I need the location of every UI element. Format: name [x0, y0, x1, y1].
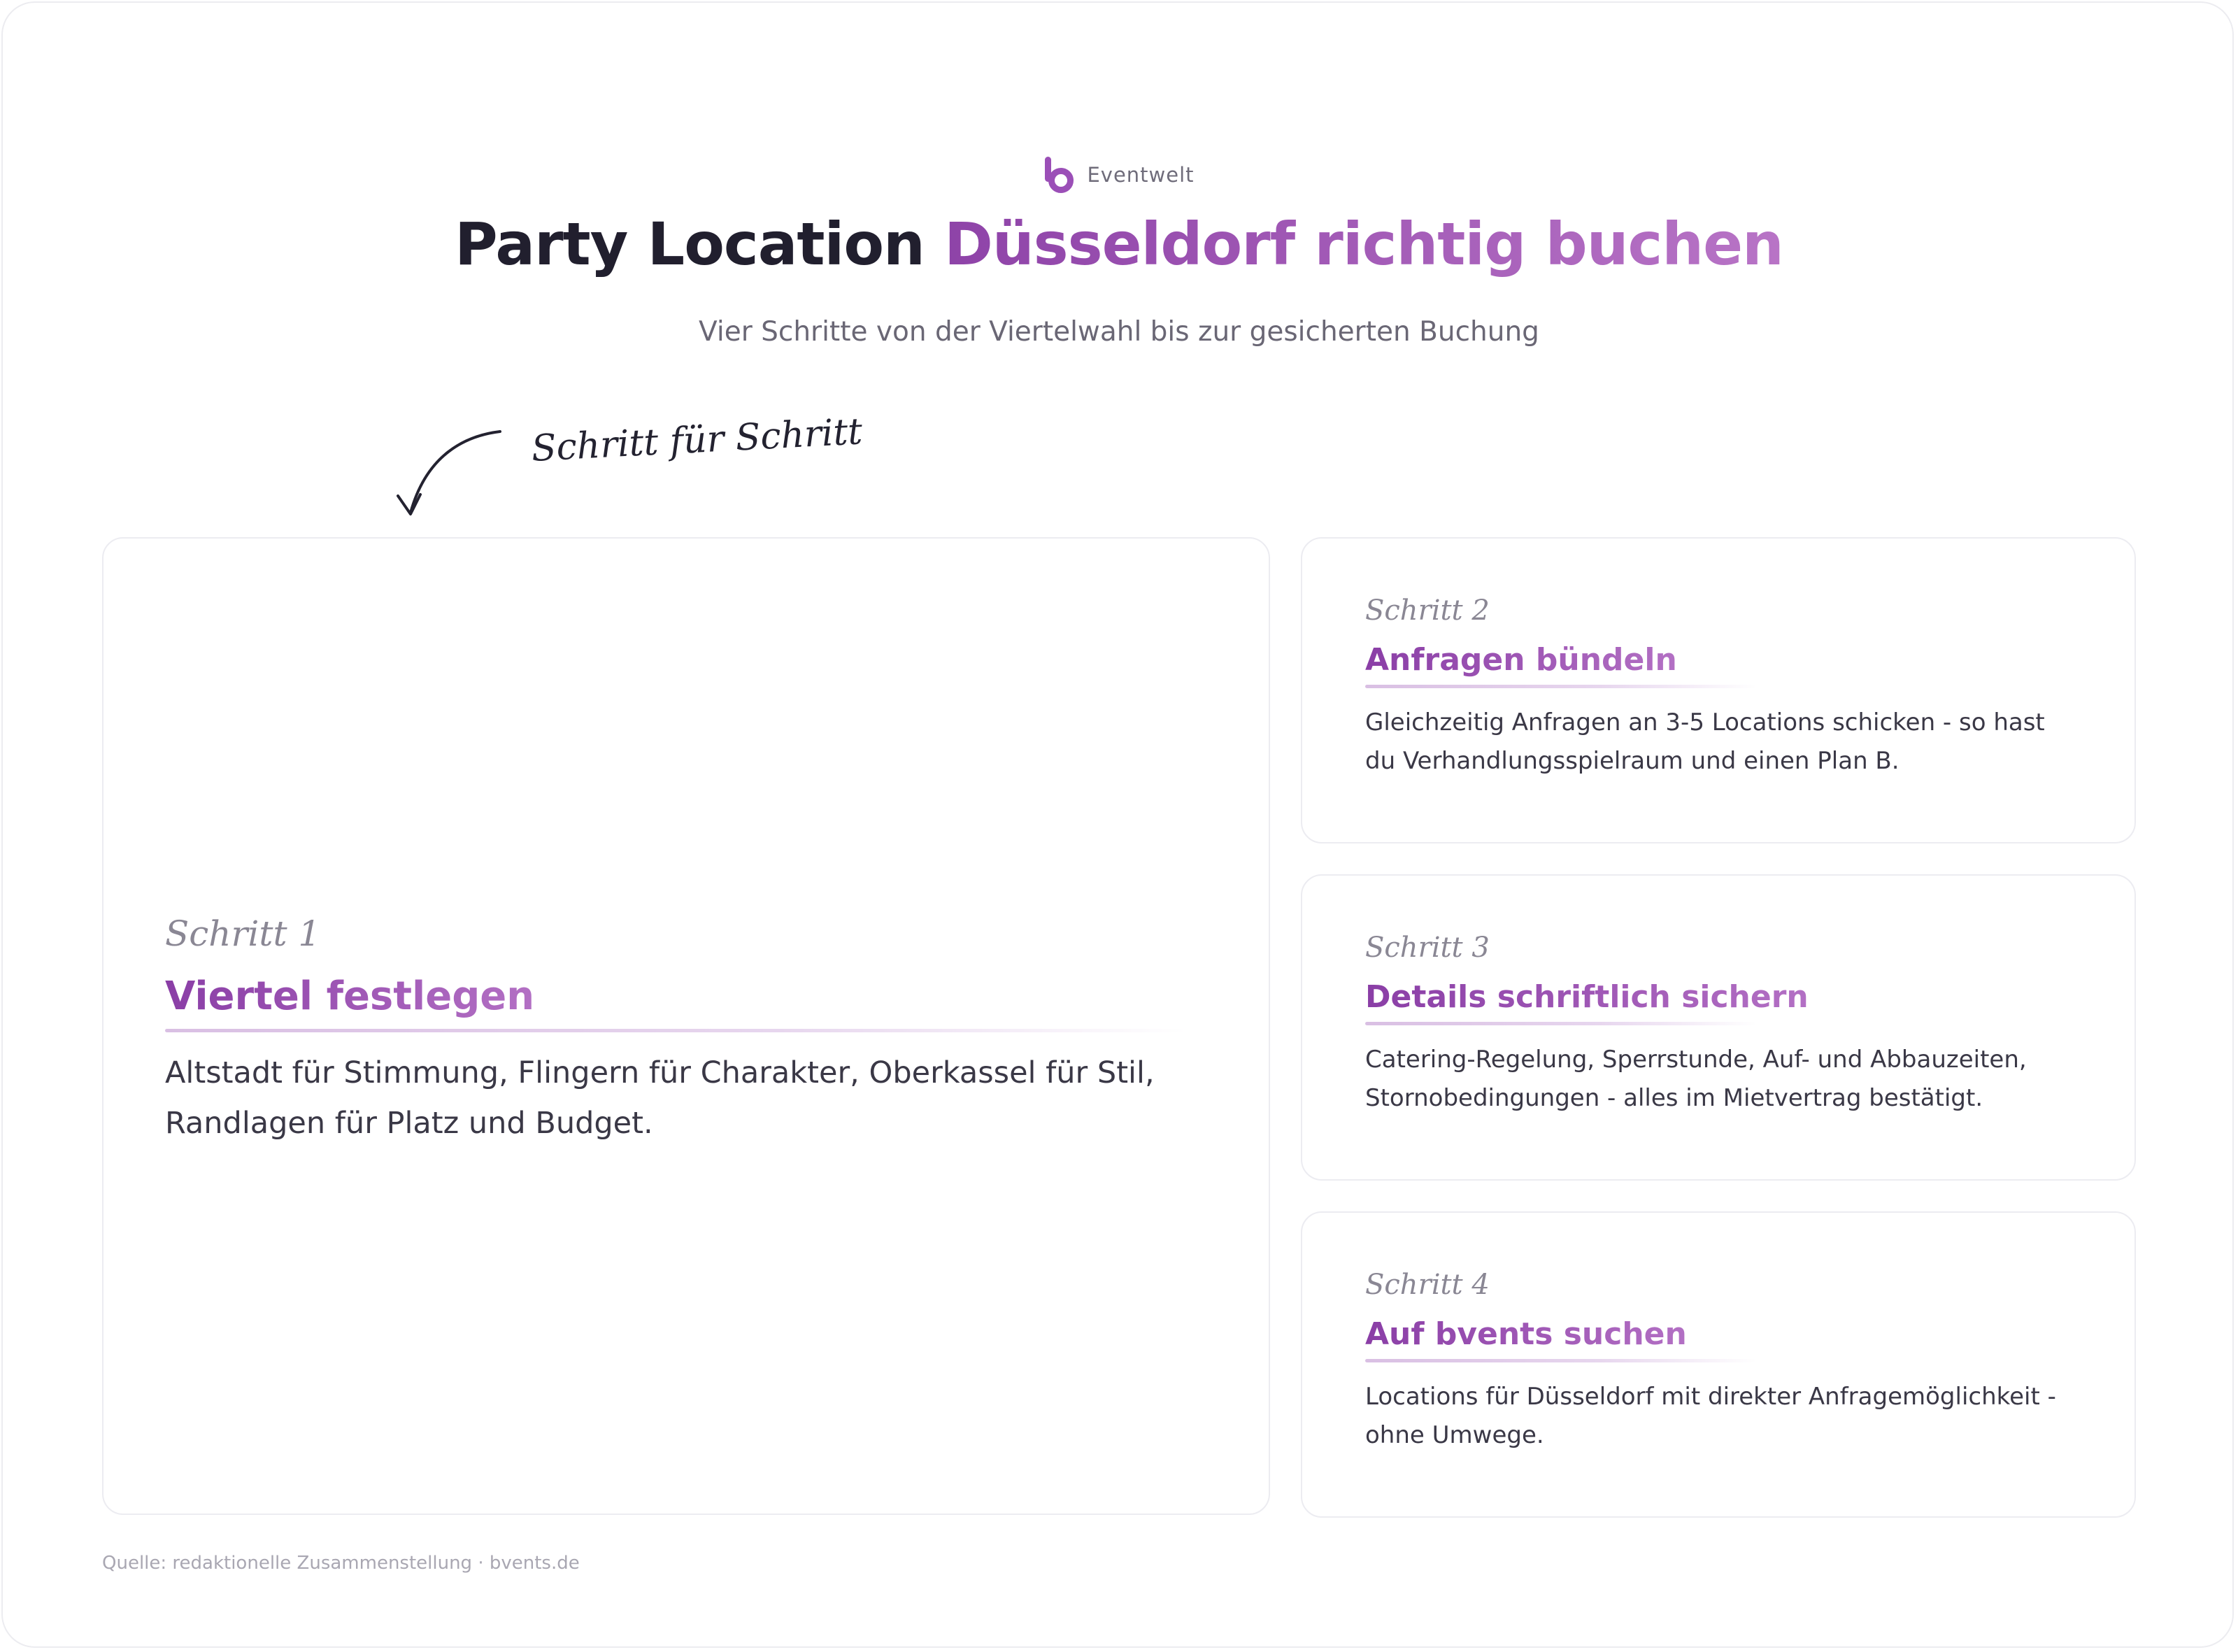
step-title: Anfragen bündeln [1365, 642, 1677, 678]
brand: Eventwelt [0, 155, 2238, 194]
step-title: Details schriftlich sichern [1365, 979, 1809, 1015]
title-underline [1365, 1359, 1757, 1362]
page-subtitle: Vier Schritte von der Viertelwahl bis zu… [699, 316, 1539, 348]
step-body: Gleichzeitig Anfragen an 3-5 Locations s… [1365, 708, 2045, 775]
step-label: Schritt 3 [1365, 932, 1490, 964]
curved-arrow-icon [397, 430, 501, 515]
title-underline [1365, 685, 1757, 688]
step-label: Schritt 1 [165, 913, 321, 954]
step-card-1: Schritt 1 Viertel festlegen Altstadt für… [102, 537, 1270, 1515]
step-card-2: Schritt 2 Anfragen bündeln Gleichzeitig … [1301, 537, 2136, 843]
step-title: Auf bvents suchen [1365, 1316, 1687, 1352]
step-body: Catering-Regelung, Sperrstunde, Auf- und… [1365, 1046, 2027, 1112]
title-accent: Düsseldorf richtig buchen [944, 210, 1784, 278]
step-body: Altstadt für Stimmung, Flingern für Char… [165, 1055, 1155, 1141]
b-logo-icon [1045, 157, 1074, 193]
title-main: Party Location [455, 210, 945, 278]
step-body: Locations für Düsseldorf mit direkter An… [1365, 1383, 2056, 1449]
step-label: Schritt 2 [1365, 594, 1490, 627]
infographic-page: Eventwelt Party Location Düsseldorf rich… [0, 0, 2238, 1652]
page-title: Party Location Düsseldorf richtig buchen [0, 210, 2238, 278]
source-note: Quelle: redaktionelle Zusammenstellung ·… [102, 1553, 580, 1574]
step-title: Viertel festlegen [165, 974, 535, 1019]
step-card-4: Schritt 4 Auf bvents suchen Locations fü… [1301, 1211, 2136, 1518]
title-underline [1365, 1022, 1757, 1025]
step-card-3: Schritt 3 Details schriftlich sichern Ca… [1301, 874, 2136, 1181]
brand-name: Eventwelt [1087, 163, 1195, 187]
step-label: Schritt 4 [1365, 1269, 1490, 1301]
title-underline [165, 1029, 1186, 1032]
